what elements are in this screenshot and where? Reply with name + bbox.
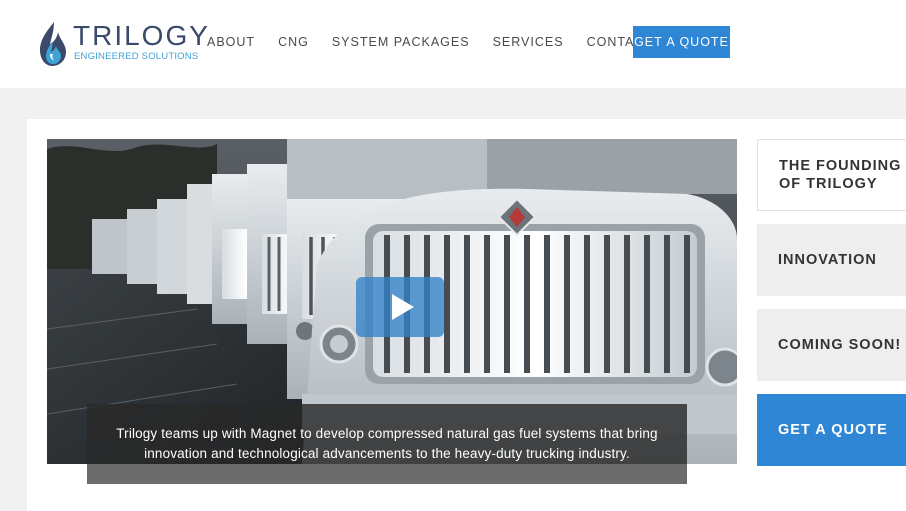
tab-get-a-quote[interactable]: GET A QUOTE xyxy=(757,394,906,466)
brand-name: TRILOGY xyxy=(73,20,210,51)
main-nav: ABOUT CNG SYSTEM PACKAGES SERVICES CONTA… xyxy=(207,26,700,58)
nav-item-services[interactable]: SERVICES xyxy=(493,35,564,49)
get-a-quote-button[interactable]: GET A QUOTE xyxy=(633,26,730,58)
nav-item-about[interactable]: ABOUT xyxy=(207,35,255,49)
nav-item-system-packages[interactable]: SYSTEM PACKAGES xyxy=(332,35,470,49)
brand-tagline: ENGINEERED SOLUTIONS xyxy=(74,51,199,62)
logo[interactable]: TRILOGY ENGINEERED SOLUTIONS xyxy=(36,20,208,70)
tab-label: GET A QUOTE xyxy=(778,422,888,438)
site-header: TRILOGY ENGINEERED SOLUTIONS ABOUT CNG S… xyxy=(0,0,906,88)
tab-label-line-2: OF TRILOGY xyxy=(779,176,878,192)
play-icon xyxy=(392,294,414,320)
tab-coming-soon[interactable]: COMING SOON! xyxy=(757,309,906,381)
tab-label-line-1: THE FOUNDING xyxy=(779,158,902,174)
tab-the-founding-of-trilogy[interactable]: THE FOUNDING OF TRILOGY xyxy=(757,139,906,211)
tab-innovation[interactable]: INNOVATION xyxy=(757,224,906,296)
nav-item-cng[interactable]: CNG xyxy=(278,35,309,49)
video-caption-line-2: innovation and technological advancement… xyxy=(144,446,630,461)
flame-drop-icon xyxy=(40,22,66,66)
video-caption-footer xyxy=(87,464,687,484)
video-caption-line-1: Trilogy teams up with Magnet to develop … xyxy=(116,426,658,441)
tab-label: INNOVATION xyxy=(778,252,877,268)
play-button[interactable] xyxy=(356,277,444,337)
tab-label: COMING SOON! xyxy=(778,337,902,353)
